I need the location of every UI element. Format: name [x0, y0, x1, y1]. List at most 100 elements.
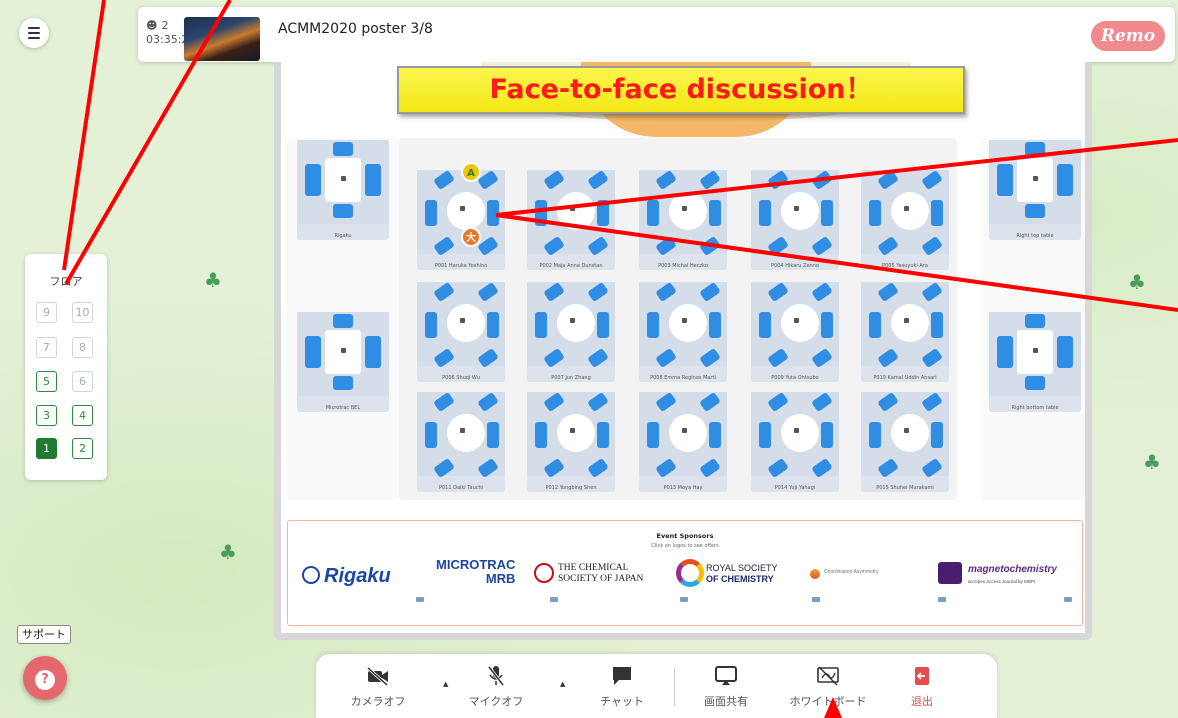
camera-off-button[interactable]: カメラオフ	[338, 662, 418, 709]
chair-seat[interactable]	[487, 422, 499, 448]
chair-seat[interactable]	[1057, 336, 1073, 368]
table-card[interactable]: P011 Daiki Tauchi	[417, 391, 505, 492]
chair-seat[interactable]	[997, 336, 1013, 368]
chair-seat[interactable]	[1025, 376, 1045, 390]
table-card[interactable]: P005 Yasuyuki Ara	[861, 169, 949, 270]
table-card[interactable]: P009 Yuta Ohtsubo	[751, 281, 839, 382]
chair-seat[interactable]	[709, 200, 721, 226]
side-table-card[interactable]: Microtrac BEL	[297, 312, 389, 412]
chair-seat[interactable]	[709, 422, 721, 448]
rigaku-logo[interactable]: Rigaku	[302, 565, 391, 588]
chair-seat[interactable]	[1057, 164, 1073, 196]
chair-seat[interactable]	[931, 312, 943, 338]
coordination-asymmetry-logo[interactable]: Coordination Asymmetry	[810, 569, 878, 579]
table-card[interactable]: P001 Haruka Yoshino	[417, 169, 505, 270]
chair-seat[interactable]	[759, 200, 771, 226]
table-card[interactable]: P006 Shuqi Wu	[417, 281, 505, 382]
microtrac-logo[interactable]: MICROTRAC MRB	[436, 558, 515, 586]
table-card[interactable]: P010 Kamal Uddin Ansari	[861, 281, 949, 382]
chair-seat[interactable]	[597, 312, 609, 338]
table-card[interactable]: P013 Moya Hay	[639, 391, 727, 492]
chair-seat[interactable]	[365, 164, 381, 196]
chair-seat[interactable]	[821, 200, 833, 226]
floor-button-6[interactable]: 6	[72, 371, 93, 392]
rsc-logo[interactable]: ROYAL SOCIETY OF CHEMISTRY	[676, 559, 778, 587]
floor-button-3[interactable]: 3	[36, 405, 57, 426]
chair-seat[interactable]	[1025, 314, 1045, 328]
side-table-card[interactable]: Rigaku	[297, 140, 389, 240]
sponsor-offer-icon[interactable]	[812, 597, 820, 602]
chair-seat[interactable]	[597, 200, 609, 226]
chair-seat[interactable]	[305, 336, 321, 368]
chair-seat[interactable]	[869, 312, 881, 338]
table-card[interactable]: P003 Michal Heczko	[639, 169, 727, 270]
chair-seat[interactable]	[487, 200, 499, 226]
chair-seat[interactable]	[647, 312, 659, 338]
event-thumbnail[interactable]	[184, 17, 260, 61]
floor-button-5[interactable]: 5	[36, 371, 57, 392]
support-button[interactable]: ?	[23, 656, 67, 700]
chair-seat[interactable]	[425, 422, 437, 448]
floor-button-9[interactable]: 9	[36, 302, 57, 323]
chair-seat[interactable]	[759, 312, 771, 338]
chair-seat[interactable]	[597, 422, 609, 448]
user-avatar[interactable]: 大	[461, 227, 481, 247]
remo-logo[interactable]: Remo	[1091, 21, 1165, 51]
chair-seat[interactable]	[931, 422, 943, 448]
whiteboard-button[interactable]: ホワイトボード	[788, 662, 868, 709]
sponsor-offer-icon[interactable]	[680, 597, 688, 602]
chair-seat[interactable]	[1025, 142, 1045, 156]
chair-seat[interactable]	[333, 376, 353, 390]
chair-seat[interactable]	[333, 314, 353, 328]
user-avatar[interactable]: A	[461, 162, 481, 182]
mic-off-button[interactable]: マイクオフ	[456, 662, 536, 709]
table-card[interactable]: P002 Maja Anna Dunstan	[527, 169, 615, 270]
floor-button-4[interactable]: 4	[72, 405, 93, 426]
chair-seat[interactable]	[365, 336, 381, 368]
chair-seat[interactable]	[647, 422, 659, 448]
floor-button-8[interactable]: 8	[72, 337, 93, 358]
chair-seat[interactable]	[1025, 204, 1045, 218]
mic-options-caret-icon[interactable]: ▲	[560, 680, 565, 688]
chair-seat[interactable]	[821, 422, 833, 448]
chair-seat[interactable]	[333, 142, 353, 156]
table-card[interactable]: P008 Emma Reginos Marti	[639, 281, 727, 382]
exit-button[interactable]: 退出	[882, 662, 962, 709]
table-card[interactable]: P004 Hikaru Zenno	[751, 169, 839, 270]
table-card[interactable]: P007 Jun Zhang	[527, 281, 615, 382]
floor-button-2[interactable]: 2	[72, 438, 93, 459]
screen-share-button[interactable]: 画面共有	[686, 662, 766, 709]
chair-seat[interactable]	[305, 164, 321, 196]
csj-logo[interactable]: THE CHEMICAL SOCIETY OF JAPAN	[534, 563, 643, 585]
sponsor-offer-icon[interactable]	[938, 597, 946, 602]
floor-button-1[interactable]: 1	[36, 438, 57, 459]
chair-seat[interactable]	[869, 422, 881, 448]
chair-seat[interactable]	[535, 422, 547, 448]
chair-seat[interactable]	[931, 200, 943, 226]
chair-seat[interactable]	[425, 200, 437, 226]
chair-seat[interactable]	[869, 200, 881, 226]
table-card[interactable]: P012 Yongbing Shen	[527, 391, 615, 492]
chair-seat[interactable]	[535, 312, 547, 338]
camera-options-caret-icon[interactable]: ▲	[443, 680, 448, 688]
chair-seat[interactable]	[759, 422, 771, 448]
chair-seat[interactable]	[333, 204, 353, 218]
chair-seat[interactable]	[487, 312, 499, 338]
side-table-card[interactable]: Right bottom table	[989, 312, 1081, 412]
menu-button[interactable]	[19, 18, 49, 48]
sponsor-offer-icon[interactable]	[550, 597, 558, 602]
floor-button-10[interactable]: 10	[72, 302, 93, 323]
magnetochemistry-logo[interactable]: magnetochemistry an Open Access Journal …	[938, 562, 1057, 588]
side-table-card[interactable]: Right top table	[989, 140, 1081, 240]
chair-seat[interactable]	[997, 164, 1013, 196]
chair-seat[interactable]	[821, 312, 833, 338]
chair-seat[interactable]	[535, 200, 547, 226]
chat-button[interactable]: チャット	[582, 662, 662, 709]
sponsor-offer-icon[interactable]	[416, 597, 424, 602]
sponsor-offer-icon[interactable]	[1064, 597, 1072, 602]
chair-seat[interactable]	[647, 200, 659, 226]
table-card[interactable]: P014 Yuji Yahagi	[751, 391, 839, 492]
chair-seat[interactable]	[709, 312, 721, 338]
table-card[interactable]: P015 Shuhei Murakami	[861, 391, 949, 492]
chair-seat[interactable]	[425, 312, 437, 338]
